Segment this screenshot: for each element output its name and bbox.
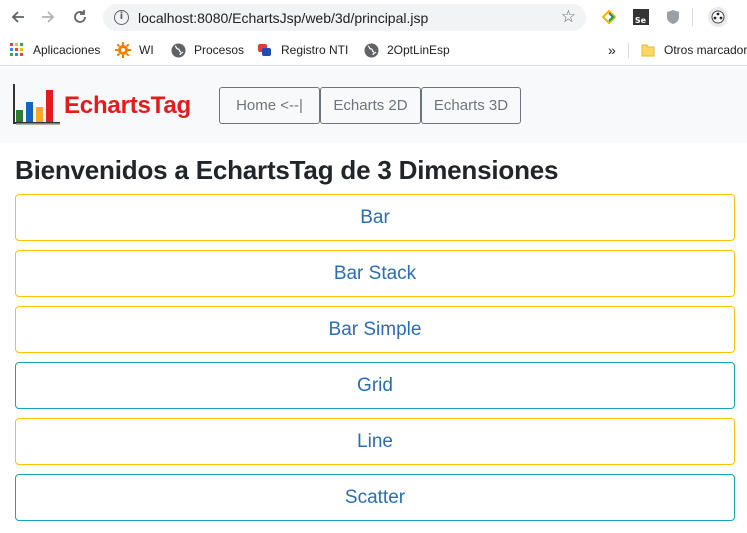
bookmark-2optlinesp[interactable]: 2OptLinEsp <box>363 41 450 59</box>
url-text[interactable]: localhost:8080/EchartsJsp/web/3d/princip… <box>138 10 428 26</box>
forward-arrow-icon[interactable] <box>37 6 59 28</box>
address-bar[interactable]: i localhost:8080/EchartsJsp/web/3d/princ… <box>103 4 586 31</box>
option-bar-button[interactable]: Bar <box>15 194 735 241</box>
registro-icon <box>257 42 273 58</box>
browser-toolbar: i localhost:8080/EchartsJsp/web/3d/princ… <box>0 0 747 34</box>
shield-extension-icon[interactable] <box>664 8 681 25</box>
bookmark-label: Registro NTI <box>281 43 349 57</box>
other-bookmarks-folder[interactable]: Otros marcador <box>640 41 747 59</box>
bookmarks-bar: Aplicaciones WI Procesos Registro NTI 2O… <box>0 34 747 66</box>
profile-avatar-icon[interactable] <box>707 6 729 28</box>
apps-grid-icon <box>9 42 25 58</box>
nav-home-button[interactable]: Home <--| <box>219 87 320 124</box>
option-bar-simple-button[interactable]: Bar Simple <box>15 306 735 353</box>
bookmarks-overflow-button[interactable]: » <box>608 41 616 59</box>
bookmarks-divider <box>628 43 629 58</box>
bookmark-label: Otros marcador <box>664 43 747 57</box>
option-scatter-button[interactable]: Scatter <box>15 474 735 521</box>
reload-icon[interactable] <box>69 6 91 28</box>
extension-diamond-icon[interactable] <box>600 8 617 25</box>
info-icon[interactable]: i <box>114 10 129 25</box>
selenium-extension-icon[interactable]: Se <box>632 8 649 25</box>
bookmark-label: Aplicaciones <box>33 43 101 57</box>
bookmark-label: 2OptLinEsp <box>387 43 450 57</box>
bookmark-star-icon[interactable]: ☆ <box>561 7 576 27</box>
option-grid-button[interactable]: Grid <box>15 362 735 409</box>
brand-name[interactable]: EchartsTag <box>64 92 191 120</box>
bookmark-registro-nti[interactable]: Registro NTI <box>257 41 348 59</box>
bookmark-wi[interactable]: WI <box>115 41 154 59</box>
nav-echarts-3d-button[interactable]: Echarts 3D <box>421 87 521 124</box>
bookmark-procesos[interactable]: Procesos <box>170 41 244 59</box>
folder-icon <box>640 42 656 58</box>
nav-echarts-2d-button[interactable]: Echarts 2D <box>320 87 421 124</box>
option-line-button[interactable]: Line <box>15 418 735 465</box>
globe-icon <box>170 42 186 58</box>
option-bar-stack-button[interactable]: Bar Stack <box>15 250 735 297</box>
back-arrow-icon[interactable] <box>7 6 29 28</box>
echarts-logo-icon[interactable] <box>13 82 63 128</box>
page-title: Bienvenidos a EchartsTag de 3 Dimensione… <box>15 155 559 185</box>
gear-icon <box>115 42 131 58</box>
bookmark-label: Procesos <box>194 43 245 57</box>
bookmark-aplicaciones[interactable]: Aplicaciones <box>9 41 100 59</box>
toolbar-divider <box>692 8 693 26</box>
bookmark-label: WI <box>139 43 154 57</box>
globe-icon <box>363 42 379 58</box>
